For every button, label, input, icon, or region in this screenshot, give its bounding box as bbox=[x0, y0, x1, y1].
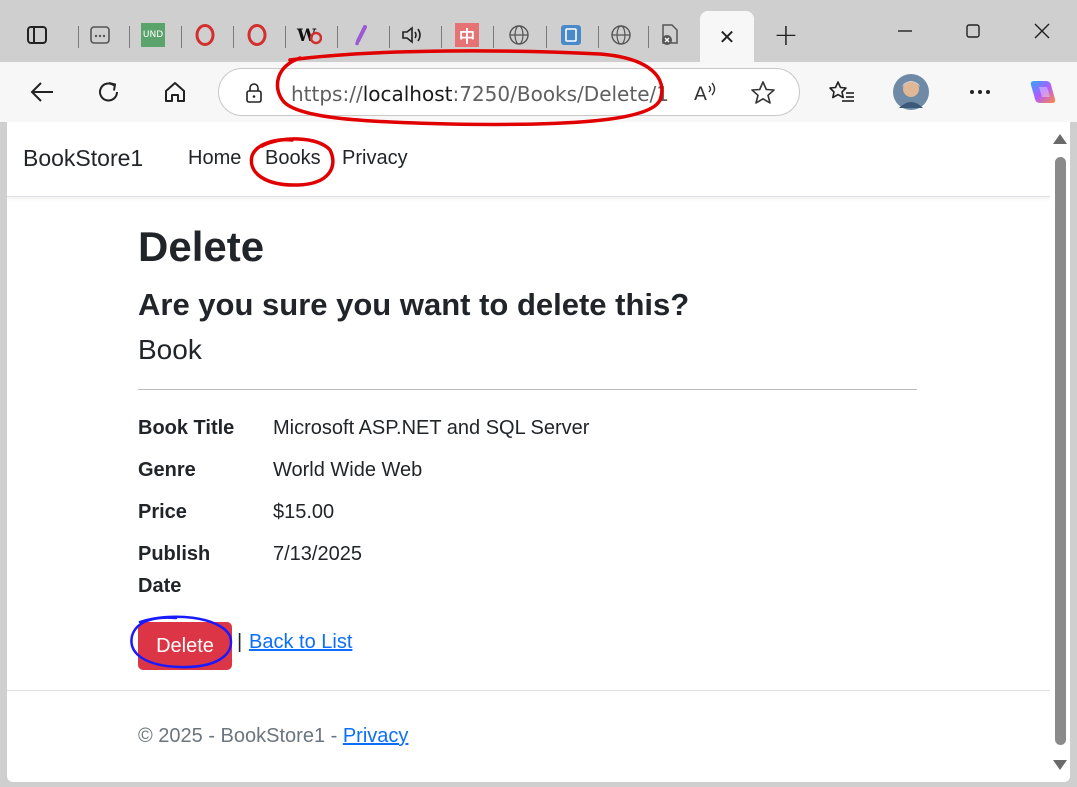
globe-icon[interactable] bbox=[506, 22, 532, 48]
avatar[interactable] bbox=[893, 74, 929, 110]
globe-icon[interactable] bbox=[608, 22, 634, 48]
entity-heading: Book bbox=[138, 334, 202, 365]
scrollbar-thumb[interactable] bbox=[1055, 157, 1066, 745]
footer-copyright: © 2025 - BookStore1 - bbox=[138, 725, 343, 747]
tab-separator bbox=[441, 26, 442, 48]
tab-separator bbox=[129, 26, 130, 48]
url-text[interactable]: https://localhost:7250/Books/Delete/1 bbox=[291, 82, 669, 106]
back-arrow-icon[interactable] bbox=[24, 74, 60, 110]
refresh-icon[interactable] bbox=[91, 74, 127, 110]
und-icon[interactable]: UND bbox=[140, 22, 166, 48]
tab-separator bbox=[337, 26, 338, 48]
footer-divider bbox=[7, 690, 1050, 691]
browser-toolbar: https://localhost:7250/Books/Delete/1 A bbox=[0, 62, 1077, 122]
field-value-price: $15.00 bbox=[273, 501, 335, 523]
active-tab[interactable]: ✕ bbox=[700, 11, 754, 62]
delete-button[interactable]: Delete bbox=[138, 622, 232, 670]
generic-page-icon[interactable] bbox=[87, 22, 113, 48]
nav-link-privacy[interactable]: Privacy bbox=[342, 147, 408, 170]
field-label-title: Book Title bbox=[138, 417, 235, 439]
opera-icon[interactable] bbox=[192, 22, 218, 48]
tab-separator bbox=[78, 26, 79, 48]
window-close-icon[interactable] bbox=[1022, 14, 1062, 48]
url-host: localhost bbox=[362, 82, 453, 106]
document-icon[interactable] bbox=[558, 22, 584, 48]
tab-separator bbox=[285, 26, 286, 48]
brand-link[interactable]: BookStore1 bbox=[23, 145, 143, 172]
tab-separator bbox=[648, 26, 649, 48]
tab-separator bbox=[546, 26, 547, 48]
sidebar-toggle-icon[interactable] bbox=[24, 22, 50, 48]
footer: © 2025 - BookStore1 - Privacy bbox=[138, 725, 408, 748]
chinese-char-icon[interactable]: 中 bbox=[454, 22, 480, 48]
field-value-genre: World Wide Web bbox=[273, 459, 423, 481]
svg-text:A: A bbox=[694, 83, 707, 105]
new-tab-icon[interactable]: + bbox=[771, 18, 801, 53]
divider bbox=[138, 389, 917, 390]
tab-strip: UND W 中 ✕ + bbox=[0, 0, 1077, 62]
site-navbar: BookStore1 Home Books Privacy bbox=[7, 122, 1050, 197]
copilot-icon[interactable] bbox=[1025, 74, 1061, 110]
opera-icon[interactable] bbox=[244, 22, 270, 48]
tab-separator bbox=[181, 26, 182, 48]
footer-privacy-link[interactable]: Privacy bbox=[343, 725, 409, 747]
action-separator: | bbox=[237, 631, 243, 653]
web-viewport: BookStore1 Home Books Privacy Delete Are… bbox=[7, 122, 1070, 782]
field-label-genre: Genre bbox=[138, 459, 196, 481]
minimize-icon[interactable] bbox=[885, 14, 925, 48]
page-title: Delete bbox=[138, 223, 265, 270]
field-label-price: Price bbox=[138, 501, 187, 523]
tab-separator bbox=[233, 26, 234, 48]
maximize-icon[interactable] bbox=[953, 14, 993, 48]
closed-page-icon[interactable] bbox=[657, 22, 683, 48]
favorite-star-icon[interactable] bbox=[749, 79, 777, 111]
nav-link-home[interactable]: Home bbox=[188, 147, 241, 170]
scroll-up-icon[interactable] bbox=[1053, 134, 1067, 144]
confirm-question: Are you sure you want to delete this? bbox=[138, 287, 690, 322]
nav-link-books[interactable]: Books bbox=[265, 147, 321, 170]
lock-icon[interactable] bbox=[243, 81, 265, 109]
field-label-publish-date: Publish Date bbox=[138, 543, 211, 597]
home-icon[interactable] bbox=[157, 74, 193, 110]
url-path: :7250/Books/Delete/1 bbox=[452, 82, 669, 106]
more-options-icon[interactable] bbox=[962, 74, 998, 110]
slash-icon[interactable] bbox=[348, 22, 374, 48]
tab-separator bbox=[598, 26, 599, 48]
w-logo-icon[interactable]: W bbox=[296, 22, 322, 48]
address-bar[interactable]: https://localhost:7250/Books/Delete/1 A bbox=[218, 68, 800, 116]
scrollbar[interactable] bbox=[1050, 122, 1070, 782]
back-to-list-link[interactable]: Back to List bbox=[249, 631, 352, 654]
read-aloud-icon[interactable]: A bbox=[691, 79, 719, 111]
tab-separator bbox=[493, 26, 494, 48]
field-value-title: Microsoft ASP.NET and SQL Server bbox=[273, 417, 590, 439]
speaker-icon[interactable] bbox=[400, 22, 426, 48]
scroll-down-icon[interactable] bbox=[1053, 760, 1067, 770]
tab-separator bbox=[389, 26, 390, 48]
favorites-list-icon[interactable] bbox=[824, 74, 860, 110]
field-value-publish-date: 7/13/2025 bbox=[273, 543, 362, 565]
url-scheme: https:// bbox=[291, 82, 363, 106]
close-tab-icon[interactable]: ✕ bbox=[719, 25, 736, 49]
